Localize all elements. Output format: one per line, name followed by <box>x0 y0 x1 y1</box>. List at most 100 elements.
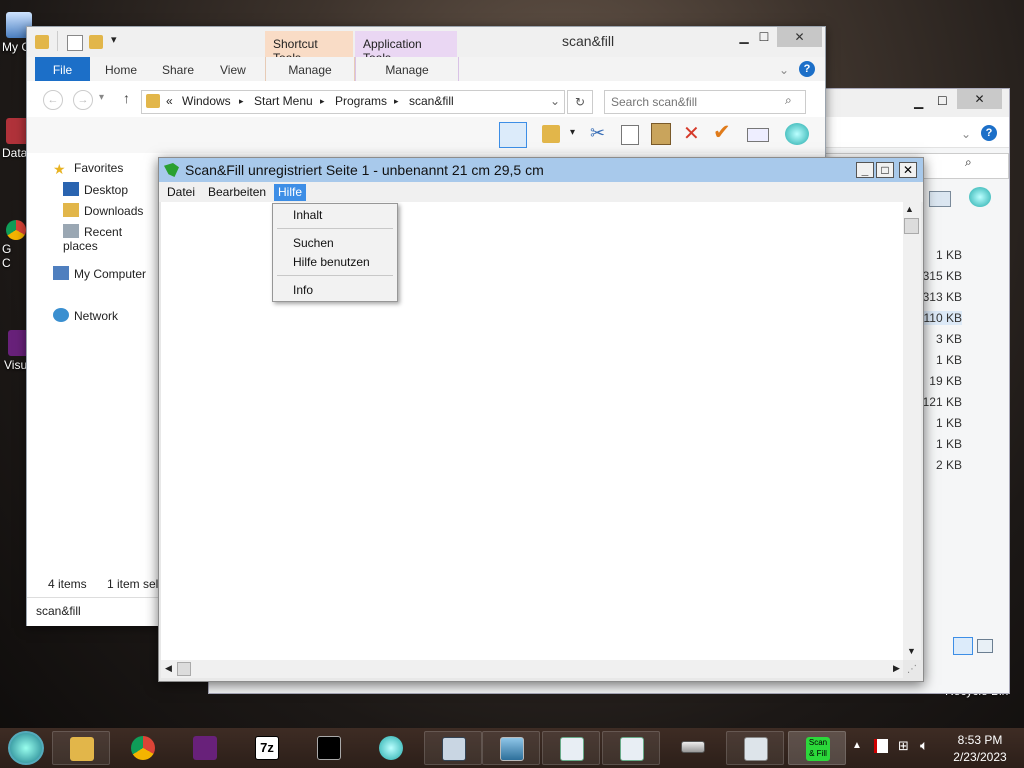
breadcrumb-item-current[interactable]: scan&fill <box>409 94 454 108</box>
menu-item-hilfe-benutzen[interactable]: Hilfe benutzen <box>293 255 370 269</box>
tab-share[interactable]: Share <box>162 57 194 81</box>
search-icon[interactable]: ⌕ <box>785 93 792 108</box>
help-icon[interactable]: ? <box>799 61 815 77</box>
nav-label: Favorites <box>74 161 124 175</box>
tab-manage-application[interactable]: Manage <box>355 57 459 81</box>
taskbar-command-prompt[interactable] <box>300 731 358 765</box>
menu-bearbeiten[interactable]: Bearbeiten <box>204 184 270 201</box>
maximize-icon[interactable]: ☐ <box>937 94 948 108</box>
window-icon <box>620 737 644 761</box>
taskbar-clock[interactable]: 8:53 PM 2/23/2023 <box>944 732 1016 766</box>
preview-pane-icon[interactable] <box>499 122 527 148</box>
refresh-icon[interactable]: ↻ <box>567 90 593 114</box>
quick-access-dropdown-icon[interactable]: ▾ <box>111 33 117 46</box>
taskbar-vcdcp[interactable] <box>424 731 482 765</box>
details-view-icon[interactable] <box>953 637 973 655</box>
delete-icon[interactable]: ✕ <box>683 121 700 146</box>
breadcrumb-separator-icon[interactable]: ▸ <box>239 96 244 107</box>
menu-hilfe[interactable]: Hilfe <box>274 184 307 201</box>
resize-grip-icon[interactable]: ⋰ <box>907 664 917 675</box>
chevron-down-icon[interactable]: ⌄ <box>961 127 971 141</box>
scanfill-titlebar[interactable]: Scan&Fill unregistriert Seite 1 - unbena… <box>159 158 923 182</box>
taskbar-shell[interactable] <box>362 731 420 765</box>
up-arrow-icon[interactable]: ↑ <box>123 90 130 106</box>
taskbar-visual-studio[interactable] <box>176 731 234 765</box>
scroll-down-icon[interactable]: ▼ <box>907 646 916 656</box>
menu-item-info[interactable]: Info <box>293 283 313 297</box>
taskbar-window-a[interactable] <box>542 731 600 765</box>
properties-icon[interactable] <box>929 191 951 207</box>
open-dropdown-icon[interactable]: ▾ <box>570 127 575 138</box>
close-button[interactable]: ✕ <box>777 27 822 47</box>
taskbar-image-viewer[interactable] <box>482 731 540 765</box>
taskbar-scanfill[interactable]: Scan & Fill <box>788 731 846 765</box>
breadcrumb[interactable]: « Windows ▸ Start Menu ▸ Programs ▸ scan… <box>141 90 565 114</box>
properties-icon[interactable] <box>747 128 769 142</box>
search-input[interactable] <box>609 93 783 111</box>
shell-icon[interactable] <box>969 187 991 207</box>
breadcrumb-overflow[interactable]: « <box>166 94 173 108</box>
maximize-button[interactable]: □ <box>876 162 894 178</box>
minimize-button[interactable]: _ <box>856 162 874 178</box>
tab-home[interactable]: Home <box>105 57 137 81</box>
start-button[interactable] <box>8 731 44 765</box>
forward-arrow-icon[interactable]: → <box>73 90 93 110</box>
nav-network[interactable]: Network <box>53 308 118 326</box>
scroll-left-icon[interactable]: ◀ <box>165 663 172 674</box>
tab-view[interactable]: View <box>220 57 246 81</box>
nav-my-computer[interactable]: My Computer <box>53 266 146 284</box>
search-box[interactable]: ⌕ <box>604 90 806 114</box>
breadcrumb-item-programs[interactable]: Programs <box>335 94 387 108</box>
ribbon-expand-icon[interactable]: ⌄ <box>779 57 789 81</box>
explorer-titlebar[interactable]: ▾ Shortcut Tools Application Tools scan&… <box>27 27 825 65</box>
action-center-flag-icon[interactable] <box>874 739 888 753</box>
taskbar-explorer[interactable] <box>52 731 110 765</box>
menu-item-inhalt[interactable]: Inhalt <box>293 208 322 222</box>
search-icon[interactable]: ⌕ <box>965 155 972 170</box>
shell-icon[interactable] <box>785 123 809 145</box>
taskbar-drive[interactable] <box>664 731 722 765</box>
taskbar-monitor[interactable] <box>726 731 784 765</box>
back-arrow-icon[interactable]: ← <box>43 90 63 110</box>
breadcrumb-item-start-menu[interactable]: Start Menu <box>254 94 313 108</box>
minimize-icon[interactable]: ▁ <box>914 95 923 109</box>
close-icon[interactable]: ✕ <box>957 89 1002 109</box>
taskbar-window-b[interactable] <box>602 731 660 765</box>
vertical-scroll-thumb[interactable] <box>904 218 919 234</box>
breadcrumb-separator-icon[interactable]: ▸ <box>320 96 325 107</box>
breadcrumb-separator-icon[interactable]: ▸ <box>394 96 399 107</box>
tab-manage-shortcut[interactable]: Manage <box>265 57 355 81</box>
vertical-scrollbar[interactable]: ▲ ▼ <box>903 202 921 660</box>
cut-icon[interactable]: ✂ <box>590 123 605 144</box>
maximize-button[interactable]: ☐ <box>749 27 779 47</box>
open-folder-icon[interactable] <box>542 125 560 143</box>
tab-file[interactable]: File <box>35 57 90 81</box>
volume-icon[interactable]: 🔈︎ <box>920 737 928 754</box>
scroll-up-icon[interactable]: ▲ <box>905 204 914 214</box>
new-folder-icon[interactable] <box>89 35 103 49</box>
breadcrumb-item-windows[interactable]: Windows <box>182 94 231 108</box>
rename-check-icon[interactable]: ✔ <box>713 120 731 145</box>
taskbar-7zip[interactable]: 7z <box>238 731 296 765</box>
show-hidden-icons-icon[interactable]: ▲ <box>852 740 862 751</box>
copy-icon[interactable] <box>621 125 639 145</box>
menu-datei[interactable]: Datei <box>163 184 199 201</box>
desktop-icon-chrome[interactable]: G C <box>2 220 26 270</box>
nav-favorites[interactable]: ★ Favorites <box>53 161 123 179</box>
address-dropdown-icon[interactable]: ⌄ <box>550 94 560 108</box>
scroll-right-icon[interactable]: ▶ <box>893 663 900 674</box>
nav-downloads[interactable]: Downloads <box>63 203 143 221</box>
help-icon[interactable]: ? <box>981 125 997 141</box>
menu-item-suchen[interactable]: Suchen <box>293 236 334 250</box>
nav-desktop[interactable]: Desktop <box>63 182 128 200</box>
recent-locations-chevron-icon[interactable]: ▾ <box>99 92 104 103</box>
properties-quick-icon[interactable] <box>67 35 83 51</box>
taskbar-chrome[interactable] <box>114 731 172 765</box>
horizontal-scrollbar[interactable]: ◀ ▶ <box>161 660 903 678</box>
large-icons-view-icon[interactable] <box>977 639 993 653</box>
paste-icon[interactable] <box>651 123 671 145</box>
nav-recent-places[interactable]: Recent places <box>63 224 159 253</box>
close-button[interactable]: ✕ <box>899 162 917 178</box>
horizontal-scroll-thumb[interactable] <box>177 662 191 676</box>
network-tray-icon[interactable]: ⊞ <box>898 738 909 754</box>
